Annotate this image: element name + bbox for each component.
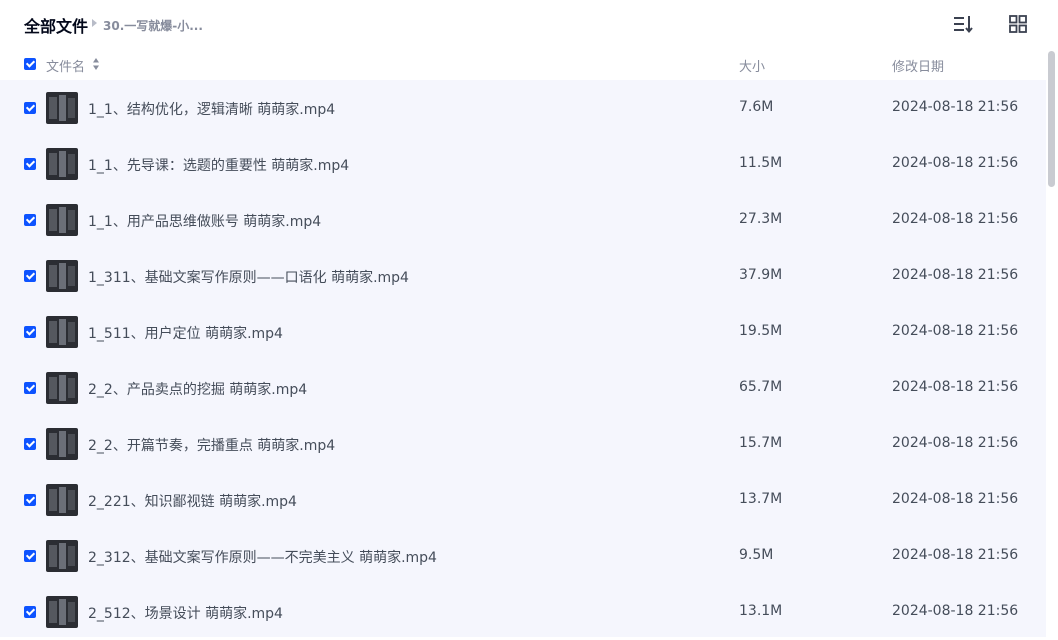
file-name[interactable]: 1_511、用户定位 萌萌家.mp4: [88, 323, 283, 343]
table-header: 文件名 大小 修改日期: [0, 48, 1046, 80]
file-size: 13.1M: [739, 603, 783, 619]
row-checkbox[interactable]: [24, 102, 36, 114]
column-header-name[interactable]: 文件名: [46, 56, 85, 75]
file-date: 2024-08-18 21:56: [892, 267, 1019, 283]
video-thumbnail: [46, 92, 78, 124]
file-size: 9.5M: [739, 547, 774, 563]
row-checkbox[interactable]: [24, 606, 36, 618]
file-name[interactable]: 2_2、产品卖点的挖掘 萌萌家.mp4: [88, 379, 307, 399]
toolbar: 全部文件 30.一写就爆-小...: [0, 0, 1046, 48]
video-thumbnail: [46, 316, 78, 348]
video-thumbnail: [46, 260, 78, 292]
file-size: 15.7M: [739, 435, 783, 451]
sort-list-icon: [954, 16, 973, 34]
row-checkbox[interactable]: [24, 550, 36, 562]
grid-view-icon: [1009, 15, 1027, 33]
row-checkbox[interactable]: [24, 494, 36, 506]
file-name[interactable]: 1_1、结构优化，逻辑清晰 萌萌家.mp4: [88, 99, 335, 119]
file-size: 13.7M: [739, 491, 783, 507]
file-date: 2024-08-18 21:56: [892, 211, 1019, 227]
file-date: 2024-08-18 21:56: [892, 379, 1019, 395]
video-thumbnail: [46, 372, 78, 404]
video-thumbnail: [46, 540, 78, 572]
video-thumbnail: [46, 204, 78, 236]
breadcrumb-current[interactable]: 30.一写就爆-小...: [103, 17, 203, 34]
file-date: 2024-08-18 21:56: [892, 155, 1019, 171]
table-row[interactable]: 2_312、基础文案写作原则——不完美主义 萌萌家.mp4 9.5M 2024-…: [0, 528, 1046, 584]
file-name[interactable]: 2_2、开篇节奏，完播重点 萌萌家.mp4: [88, 435, 335, 455]
file-name[interactable]: 2_512、场景设计 萌萌家.mp4: [88, 603, 283, 623]
video-thumbnail: [46, 596, 78, 628]
table-row[interactable]: 2_221、知识鄙视链 萌萌家.mp4 13.7M 2024-08-18 21:…: [0, 472, 1046, 528]
file-size: 11.5M: [739, 155, 783, 171]
file-name[interactable]: 1_311、基础文案写作原则——口语化 萌萌家.mp4: [88, 267, 409, 287]
table-row[interactable]: 2_2、开篇节奏，完播重点 萌萌家.mp4 15.7M 2024-08-18 2…: [0, 416, 1046, 472]
column-header-size[interactable]: 大小: [739, 56, 765, 75]
row-checkbox[interactable]: [24, 270, 36, 282]
table-row[interactable]: 2_2、产品卖点的挖掘 萌萌家.mp4 65.7M 2024-08-18 21:…: [0, 360, 1046, 416]
file-date: 2024-08-18 21:56: [892, 323, 1019, 339]
file-size: 19.5M: [739, 323, 783, 339]
row-checkbox[interactable]: [24, 438, 36, 450]
scrollbar-thumb[interactable]: [1048, 51, 1055, 187]
file-date: 2024-08-18 21:56: [892, 435, 1019, 451]
video-thumbnail: [46, 484, 78, 516]
sort-arrows-icon[interactable]: [92, 57, 100, 71]
row-checkbox[interactable]: [24, 382, 36, 394]
table-row[interactable]: 1_1、结构优化，逻辑清晰 萌萌家.mp4 7.6M 2024-08-18 21…: [0, 80, 1046, 136]
table-row[interactable]: 1_1、先导课：选题的重要性 萌萌家.mp4 11.5M 2024-08-18 …: [0, 136, 1046, 192]
file-date: 2024-08-18 21:56: [892, 99, 1019, 115]
column-header-date[interactable]: 修改日期: [892, 56, 944, 75]
grid-view-button[interactable]: [1006, 12, 1030, 36]
file-name[interactable]: 2_221、知识鄙视链 萌萌家.mp4: [88, 491, 297, 511]
row-checkbox[interactable]: [24, 214, 36, 226]
video-thumbnail: [46, 148, 78, 180]
file-size: 7.6M: [739, 99, 774, 115]
row-checkbox[interactable]: [24, 326, 36, 338]
table-row[interactable]: 1_1、用产品思维做账号 萌萌家.mp4 27.3M 2024-08-18 21…: [0, 192, 1046, 248]
file-name[interactable]: 1_1、用产品思维做账号 萌萌家.mp4: [88, 211, 321, 231]
table-row[interactable]: 1_311、基础文案写作原则——口语化 萌萌家.mp4 37.9M 2024-0…: [0, 248, 1046, 304]
table-row[interactable]: 2_512、场景设计 萌萌家.mp4 13.1M 2024-08-18 21:5…: [0, 584, 1046, 640]
row-checkbox[interactable]: [24, 158, 36, 170]
sort-list-button[interactable]: [951, 12, 975, 36]
table-row[interactable]: 1_511、用户定位 萌萌家.mp4 19.5M 2024-08-18 21:5…: [0, 304, 1046, 360]
select-all-checkbox[interactable]: [24, 58, 36, 70]
file-name[interactable]: 2_312、基础文案写作原则——不完美主义 萌萌家.mp4: [88, 547, 437, 567]
file-date: 2024-08-18 21:56: [892, 491, 1019, 507]
file-size: 65.7M: [739, 379, 783, 395]
file-size: 27.3M: [739, 211, 783, 227]
breadcrumb-separator-icon: [92, 19, 97, 27]
file-size: 37.9M: [739, 267, 783, 283]
file-date: 2024-08-18 21:56: [892, 547, 1019, 563]
video-thumbnail: [46, 428, 78, 460]
file-date: 2024-08-18 21:56: [892, 603, 1019, 619]
file-name[interactable]: 1_1、先导课：选题的重要性 萌萌家.mp4: [88, 155, 349, 175]
file-list: 1_1、结构优化，逻辑清晰 萌萌家.mp4 7.6M 2024-08-18 21…: [0, 80, 1046, 637]
breadcrumb-root[interactable]: 全部文件: [24, 13, 88, 37]
